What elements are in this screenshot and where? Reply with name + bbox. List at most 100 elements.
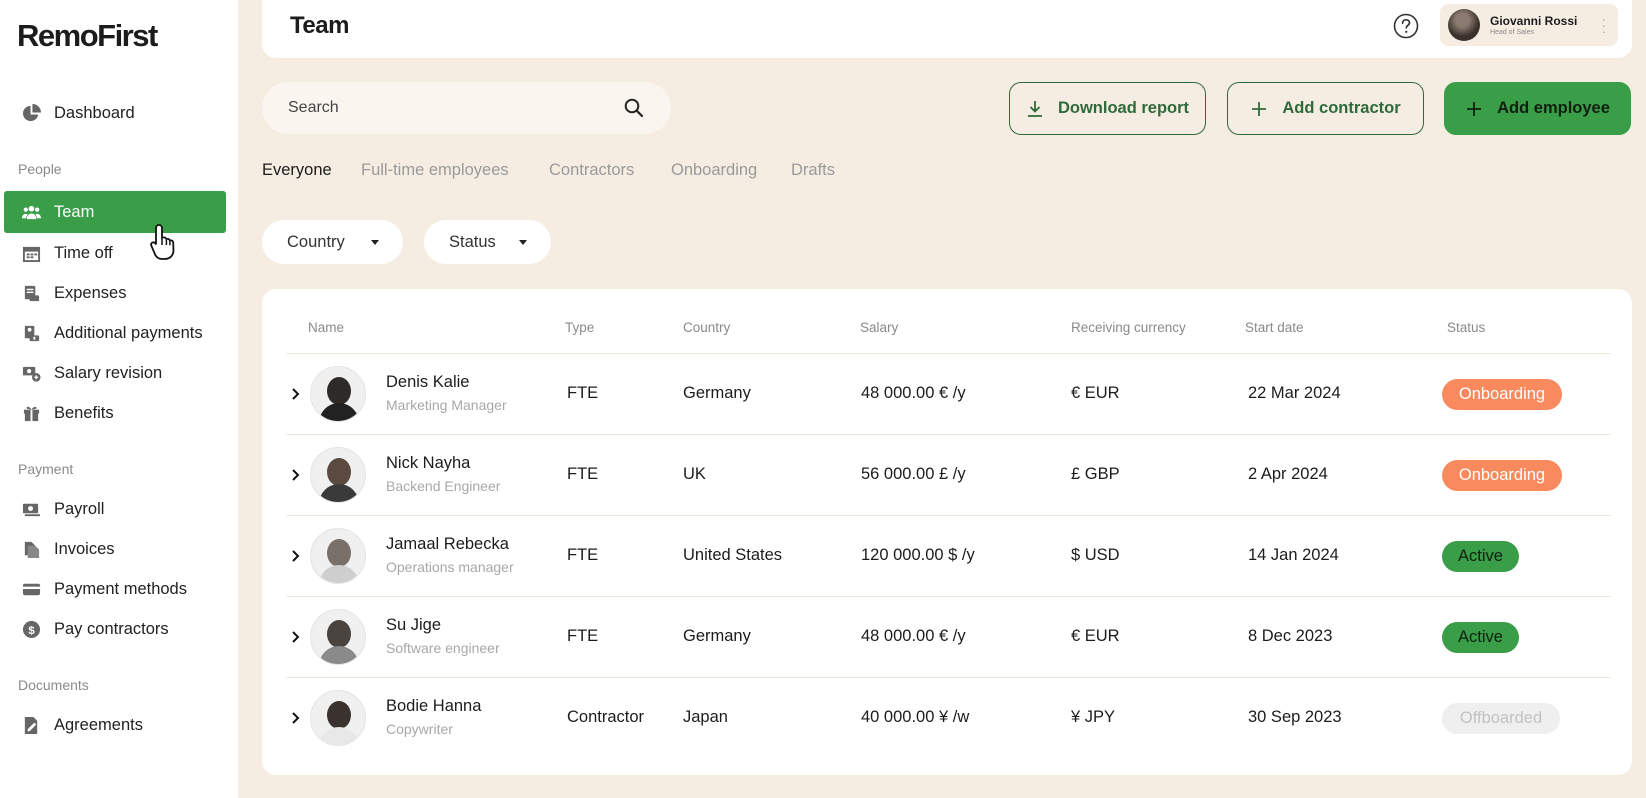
caret-down-icon bbox=[371, 240, 379, 245]
employee-name: Jamaal Rebecka bbox=[386, 535, 509, 553]
avatar bbox=[310, 447, 366, 503]
sidebar-item-label: Time off bbox=[54, 243, 113, 262]
column-header-country[interactable]: Country bbox=[683, 320, 730, 335]
tab-contractors[interactable]: Contractors bbox=[549, 161, 634, 180]
plus-icon bbox=[1252, 101, 1267, 116]
chevron-right-icon[interactable] bbox=[290, 711, 302, 725]
sidebar-item-label: Invoices bbox=[54, 539, 115, 558]
sidebar-item-pay-contractors[interactable]: $ Pay contractors bbox=[4, 609, 226, 649]
user-menu[interactable]: Giovanni Rossi Head of Sales · · · bbox=[1440, 4, 1618, 46]
tab-everyone[interactable]: Everyone bbox=[262, 161, 332, 180]
avatar bbox=[310, 366, 366, 422]
column-header-type[interactable]: Type bbox=[565, 320, 594, 335]
team-table: Name Type Country Salary Receiving curre… bbox=[262, 289, 1632, 775]
sidebar-item-label: Dashboard bbox=[54, 103, 135, 122]
add-employee-button[interactable]: Add employee bbox=[1444, 82, 1631, 135]
download-report-button[interactable]: Download report bbox=[1009, 82, 1206, 135]
column-header-start-date[interactable]: Start date bbox=[1245, 320, 1304, 335]
employee-start-date: 14 Jan 2024 bbox=[1248, 546, 1339, 564]
sidebar-item-invoices[interactable]: Invoices bbox=[4, 529, 226, 569]
sidebar-item-time-off[interactable]: Time off bbox=[4, 233, 226, 273]
sidebar-item-label: Additional payments bbox=[54, 323, 203, 342]
employee-salary: 48 000.00 € /y bbox=[861, 627, 966, 645]
app-logo[interactable]: RemoFirst bbox=[17, 18, 158, 54]
employee-salary: 40 000.00 ¥ /w bbox=[861, 708, 970, 726]
sidebar-item-dashboard[interactable]: Dashboard bbox=[4, 93, 226, 133]
employee-country: United States bbox=[683, 546, 783, 564]
employee-type: Contractor bbox=[567, 708, 645, 726]
column-header-status[interactable]: Status bbox=[1447, 320, 1485, 335]
avatar bbox=[310, 609, 366, 665]
employee-role: Software engineer bbox=[386, 640, 500, 656]
sidebar-item-agreements[interactable]: Agreements bbox=[4, 705, 226, 745]
table-row[interactable]: Su Jige Software engineer FTE Germany 48… bbox=[286, 596, 1611, 677]
status-badge: Onboarding bbox=[1442, 460, 1562, 491]
sidebar-item-payroll[interactable]: Payroll bbox=[4, 489, 226, 529]
table-row[interactable]: Bodie Hanna Copywriter Contractor Japan … bbox=[286, 677, 1611, 758]
chevron-right-icon[interactable] bbox=[290, 387, 302, 401]
user-name: Giovanni Rossi bbox=[1490, 14, 1578, 28]
sidebar-item-payment-methods[interactable]: Payment methods bbox=[4, 569, 226, 609]
sidebar-item-team[interactable]: Team bbox=[4, 191, 226, 233]
table-row[interactable]: Jamaal Rebecka Operations manager FTE Un… bbox=[286, 515, 1611, 596]
employee-role: Operations manager bbox=[386, 559, 514, 575]
employee-country: Germany bbox=[683, 384, 751, 402]
help-icon[interactable] bbox=[1393, 13, 1419, 39]
column-header-receiving-currency[interactable]: Receiving currency bbox=[1071, 320, 1186, 335]
kebab-menu-icon[interactable]: · · · bbox=[1601, 12, 1606, 38]
sidebar-item-label: Payment methods bbox=[54, 579, 187, 598]
salary-revision-icon bbox=[20, 362, 42, 384]
tab-onboarding[interactable]: Onboarding bbox=[671, 161, 757, 180]
sidebar-item-label: Benefits bbox=[54, 403, 114, 422]
chevron-right-icon[interactable] bbox=[290, 468, 302, 482]
status-badge: Active bbox=[1442, 541, 1519, 572]
employee-start-date: 2 Apr 2024 bbox=[1248, 465, 1328, 483]
status-filter-label: Status bbox=[449, 232, 496, 251]
table-row[interactable]: Denis Kalie Marketing Manager FTE German… bbox=[286, 353, 1611, 434]
employee-country: Germany bbox=[683, 627, 751, 645]
sidebar-item-expenses[interactable]: Expenses bbox=[4, 273, 226, 313]
tab-full-time-employees[interactable]: Full-time employees bbox=[361, 161, 509, 180]
gift-icon bbox=[20, 402, 42, 424]
receipt-icon bbox=[20, 282, 42, 304]
avatar bbox=[310, 690, 366, 746]
employee-type: FTE bbox=[567, 627, 599, 645]
status-badge: Offboarded bbox=[1442, 703, 1560, 734]
sidebar-item-label: Payroll bbox=[54, 499, 105, 518]
employee-name: Su Jige bbox=[386, 616, 442, 634]
add-contractor-button[interactable]: Add contractor bbox=[1227, 82, 1424, 135]
tab-drafts[interactable]: Drafts bbox=[791, 161, 835, 180]
search-input[interactable]: Search bbox=[262, 82, 671, 134]
payment-plus-icon bbox=[20, 322, 42, 344]
search-icon[interactable] bbox=[623, 97, 645, 119]
status-filter[interactable]: Status bbox=[424, 220, 551, 264]
employee-salary: 56 000.00 £ /y bbox=[861, 465, 966, 483]
sidebar-item-additional-payments[interactable]: Additional payments bbox=[4, 313, 226, 353]
sidebar-item-label: Team bbox=[54, 202, 95, 221]
table-row[interactable]: Nick Nayha Backend Engineer FTE UK 56 00… bbox=[286, 434, 1611, 515]
svg-text:$: $ bbox=[28, 624, 35, 636]
employee-type: FTE bbox=[567, 546, 599, 564]
employee-role: Backend Engineer bbox=[386, 478, 501, 494]
sidebar-item-benefits[interactable]: Benefits bbox=[4, 393, 226, 433]
chevron-right-icon[interactable] bbox=[290, 630, 302, 644]
sidebar-item-salary-revision[interactable]: Salary revision bbox=[4, 353, 226, 393]
chevron-right-icon[interactable] bbox=[290, 549, 302, 563]
country-filter[interactable]: Country bbox=[262, 220, 403, 264]
employee-role: Marketing Manager bbox=[386, 397, 507, 413]
employee-currency: € EUR bbox=[1071, 627, 1120, 645]
documents-icon bbox=[20, 538, 42, 560]
search-placeholder: Search bbox=[288, 99, 339, 116]
column-header-salary[interactable]: Salary bbox=[860, 320, 898, 335]
sidebar: RemoFirst Dashboard People Team Time off… bbox=[0, 0, 238, 798]
employee-name: Nick Nayha bbox=[386, 454, 471, 472]
pie-chart-icon bbox=[20, 102, 42, 124]
employee-country: UK bbox=[683, 465, 706, 483]
hand-cursor-icon bbox=[150, 224, 175, 260]
employee-start-date: 8 Dec 2023 bbox=[1248, 627, 1333, 645]
employee-currency: € EUR bbox=[1071, 384, 1120, 402]
plus-icon bbox=[1467, 101, 1482, 116]
employee-name: Denis Kalie bbox=[386, 373, 470, 391]
banknote-icon bbox=[20, 498, 42, 520]
column-header-name[interactable]: Name bbox=[308, 320, 344, 335]
